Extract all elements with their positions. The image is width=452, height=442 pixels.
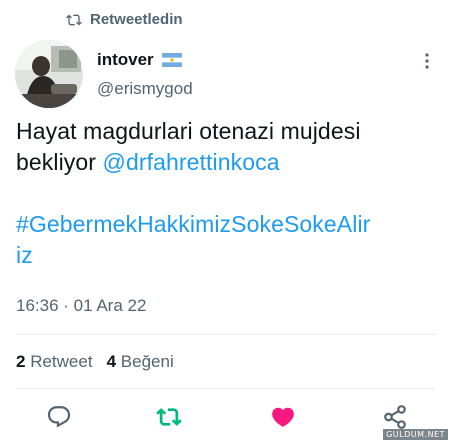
tweet-line-2: bekliyor @drfahrettinkoca — [16, 147, 446, 178]
watermark: GULDUM.NET — [383, 429, 448, 440]
tweet-stats: 2 Retweet 4 Beğeni — [16, 352, 174, 372]
hashtag-part-1[interactable]: #GebermekHakkimizSokeSokeAlir — [16, 211, 370, 237]
tweet-line-1: Hayat magdurlari otenazi mujdesi — [16, 118, 361, 144]
retweet-header: Retweetledin — [66, 11, 183, 28]
divider — [16, 388, 436, 389]
avatar[interactable] — [15, 40, 83, 108]
mention-link[interactable]: @drfahrettinkoca — [103, 149, 280, 175]
retweet-stat-label: Retweet — [30, 352, 93, 371]
hashtag-link[interactable]: #GebermekHakkimizSokeSokeAlir iz — [16, 209, 446, 271]
retweet-icon[interactable] — [156, 404, 182, 430]
retweet-stat[interactable]: 2 Retweet — [16, 352, 93, 372]
author-display-name[interactable]: intover — [97, 50, 154, 70]
tweet-line-2-text: bekliyor — [16, 149, 103, 175]
more-options-icon[interactable] — [421, 52, 433, 70]
retweet-count: 2 — [16, 352, 26, 371]
divider — [16, 334, 436, 335]
reply-icon[interactable] — [46, 404, 72, 430]
like-stat-label: Beğeni — [120, 352, 174, 371]
tweet-timestamp[interactable]: 16:36 · 01 Ara 22 — [16, 296, 146, 316]
hashtag-part-2[interactable]: iz — [16, 242, 33, 268]
author-handle[interactable]: @erismygod — [97, 79, 193, 99]
share-icon[interactable] — [382, 404, 408, 430]
like-stat[interactable]: 4 Beğeni — [107, 352, 174, 372]
argentina-flag-icon — [161, 53, 182, 67]
avatar-photo — [15, 40, 83, 108]
retweet-icon — [66, 14, 82, 25]
retweet-header-label: Retweetledin — [90, 11, 183, 28]
tweet-text: Hayat magdurlari otenazi mujdesi bekliyo… — [16, 116, 446, 271]
author-name-row[interactable]: intover — [97, 50, 182, 70]
like-count: 4 — [106, 352, 117, 371]
like-icon[interactable] — [270, 404, 296, 430]
